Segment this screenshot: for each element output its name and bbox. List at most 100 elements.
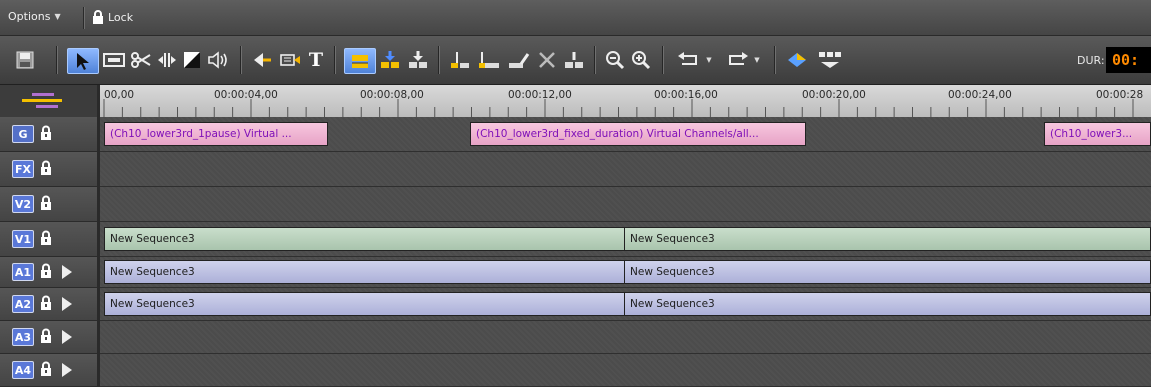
overwrite-button[interactable] [278,48,302,72]
track-header-a2[interactable]: A2 [0,288,100,321]
lock-icon[interactable] [39,295,53,311]
delete-icon [539,52,555,68]
multicam-icon [819,52,841,68]
timeline-ruler[interactable]: 00,00 00:00:04,00 00:00:08,00 00:00:12,0… [100,85,1151,117]
track-header-a4[interactable]: A4 [0,354,100,387]
ruler-timecode: 00:00:28 [1096,89,1144,101]
audio-tool-button[interactable] [206,48,230,72]
match-frame-button[interactable] [562,48,586,72]
lock-icon[interactable] [39,361,53,377]
clip[interactable]: (Ch10_lower3rd_fixed_duration) Virtual C… [470,122,806,146]
chevron-down-icon: ▼ [706,56,712,64]
expand-track-icon[interactable] [62,363,72,377]
ruler-timecode: 00,00 [104,89,135,101]
lock-icon[interactable] [39,160,53,176]
select-arrow-icon [77,53,89,70]
clip[interactable]: New Sequence3 [104,260,625,284]
render-icon [788,53,806,67]
timeline-toolbar: T ▼ ▼ DUR: 00: [0,36,1151,85]
clip[interactable]: (Ch10_lower3rd_1pause) Virtual ... [104,122,328,146]
link-button[interactable] [506,48,532,72]
track-lane-v1[interactable]: New Sequence3 New Sequence3 [100,222,1151,257]
track-lane-g[interactable]: (Ch10_lower3rd_1pause) Virtual ... (Ch10… [100,117,1151,152]
expand-track-icon[interactable] [62,297,72,311]
clip[interactable]: New Sequence3 [104,227,625,251]
redo-icon [729,52,749,65]
zoom-out-button[interactable] [604,48,626,72]
lift-icon [254,53,271,67]
render-button[interactable] [784,48,810,72]
lock-icon[interactable] [39,328,53,344]
zoom-slider-icon[interactable] [22,91,82,111]
toolbar-divider [334,46,336,74]
multicam-button[interactable] [816,48,844,72]
options-label: Options [8,10,51,23]
fade-icon [184,52,200,68]
track-lane-a2[interactable]: New Sequence3 New Sequence3 [100,288,1151,321]
chevron-down-icon: ▼ [754,56,760,64]
layer-mode-button[interactable] [344,48,376,74]
insert-button[interactable] [378,48,402,72]
fade-tool-button[interactable] [182,48,202,72]
slip-tool-button[interactable] [156,48,178,72]
track-badge: V2 [12,195,34,213]
track-lane-a1[interactable]: New Sequence3 New Sequence3 [100,257,1151,288]
lock-icon[interactable] [39,125,53,141]
track-header-fx[interactable]: FX [0,152,100,187]
lock-icon [93,10,103,24]
track-lane-a3[interactable] [100,321,1151,354]
toolbar-divider [438,46,440,74]
clip[interactable]: New Sequence3 [104,292,625,316]
toolbar-divider [240,46,242,74]
expand-track-icon[interactable] [62,330,72,344]
razor-tool-button[interactable] [130,48,152,72]
clip[interactable]: New Sequence3 [624,227,1151,251]
clip[interactable]: (Ch10_lower3... [1044,122,1151,146]
track-lane-v2[interactable] [100,187,1151,222]
zoom-in-icon [632,51,651,70]
redo-button[interactable]: ▼ [720,48,764,72]
select-tool-button[interactable] [67,48,99,74]
undo-button[interactable]: ▼ [672,48,716,72]
ruler-timecode: 00:00:24,00 [948,89,1012,101]
clip[interactable]: New Sequence3 [624,292,1151,316]
track-lane-a4[interactable] [100,354,1151,387]
ripple-icon [479,52,499,68]
lock-icon[interactable] [39,263,53,279]
duration-display[interactable]: 00: [1106,47,1151,73]
lock-label: Lock [108,10,134,24]
extract-button[interactable] [406,48,430,72]
lock-icon[interactable] [39,230,53,246]
save-button[interactable] [14,48,36,72]
zoom-out-icon [606,51,625,70]
split-button[interactable] [448,48,472,72]
menu-divider [83,7,85,29]
overwrite-icon [280,54,300,66]
track-header-v2[interactable]: V2 [0,187,100,222]
ripple-button[interactable] [476,48,502,72]
toolbar-divider [774,46,776,74]
undo-icon [678,52,698,65]
split-icon [451,52,469,68]
options-menu[interactable]: Options ▼ [8,10,61,23]
title-icon: T [308,49,324,71]
ruler-timecode: 00:00:16,00 [654,89,718,101]
lift-button[interactable] [250,48,274,72]
lock-icon[interactable] [39,195,53,211]
zoom-in-button[interactable] [630,48,652,72]
track-lane-fx[interactable] [100,152,1151,187]
lock-menu[interactable]: Lock [92,10,133,24]
title-button[interactable]: T [306,48,326,72]
insert-icon [381,51,399,68]
clip[interactable]: New Sequence3 [624,260,1151,284]
track-header-g[interactable]: G [0,117,100,152]
expand-track-icon[interactable] [62,265,72,279]
menu-bar: Options ▼ Lock [0,0,1151,36]
trim-tool-button[interactable] [102,48,126,72]
delete-button[interactable] [536,48,558,72]
duration-label: DUR: [1077,54,1105,67]
track-header-a1[interactable]: A1 [0,257,100,288]
track-header-a3[interactable]: A3 [0,321,100,354]
audio-icon [208,51,227,69]
track-header-v1[interactable]: V1 [0,222,100,257]
